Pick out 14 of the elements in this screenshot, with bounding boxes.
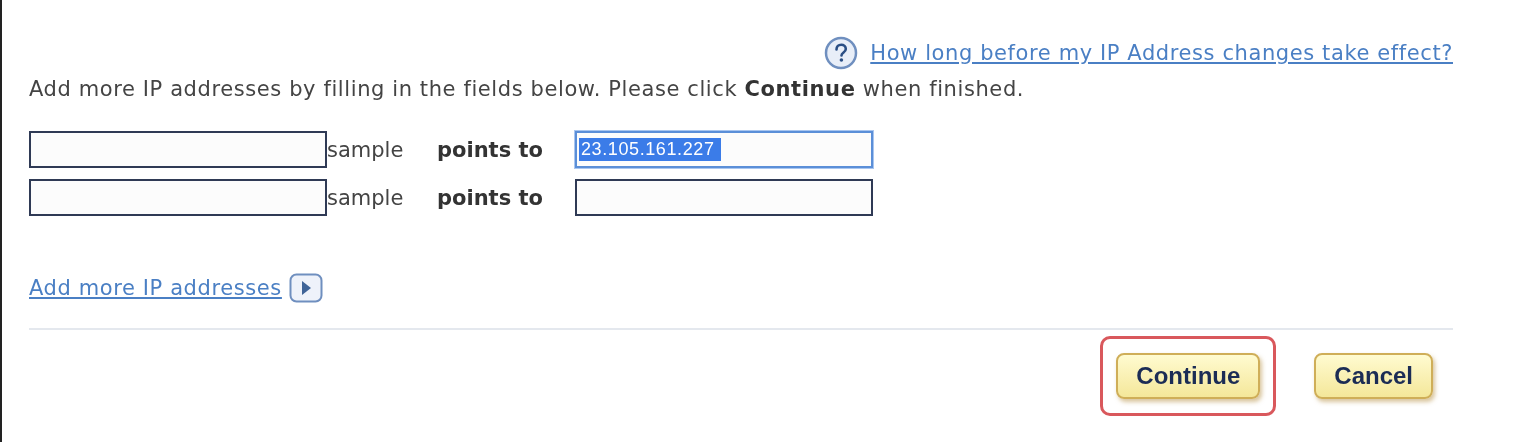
hostname-field[interactable] — [29, 131, 327, 168]
points-to-label: points to — [437, 137, 544, 162]
help-icon[interactable] — [824, 36, 859, 70]
suffix-text: sample — [327, 185, 405, 210]
help-link[interactable]: How long before my IP Address changes take effect? — [870, 41, 1453, 65]
hostname-field[interactable] — [29, 179, 327, 216]
add-more-link[interactable]: Add more IP addresses — [29, 276, 282, 300]
points-to-label: points to — [437, 185, 544, 210]
suffix-text: sample — [327, 137, 405, 162]
continue-button[interactable]: Continue — [1116, 353, 1261, 399]
ip-address-field[interactable]: 23.105.161.227 — [575, 131, 873, 168]
ip-address-field[interactable] — [575, 179, 873, 216]
instruction-text: Add more IP addresses by filling in the fields below. Please click Continue when finished. — [29, 77, 1026, 101]
cancel-button[interactable]: Cancel — [1314, 353, 1433, 399]
